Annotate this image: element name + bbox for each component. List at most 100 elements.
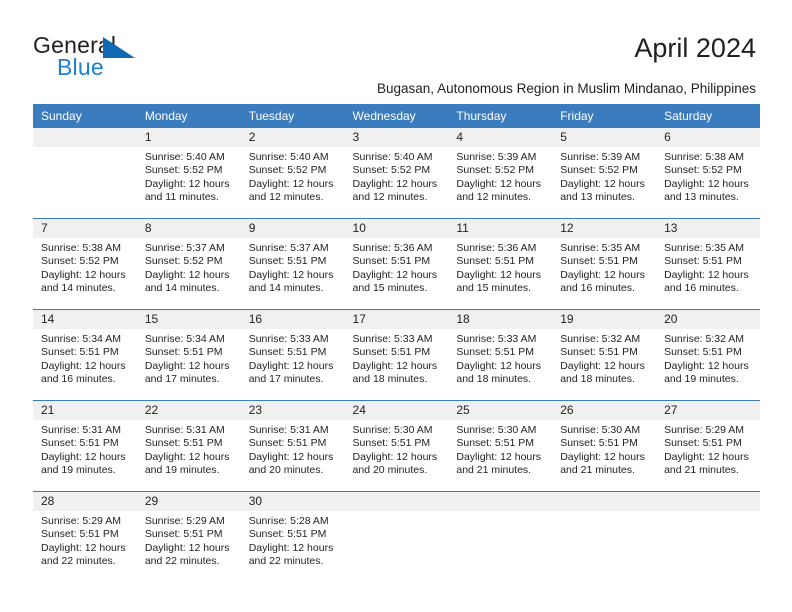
calendar-week-row: 28 29 30 Sunrise: 5:29 AM Sunset: 5:51 PM Day… (33, 491, 760, 582)
day-detail-band: Sunrise: 5:40 AM Sunset: 5:52 PM Daylight:… (33, 147, 760, 218)
day-cell: Sunrise: 5:34 AM Sunset: 5:51 PM Daylight:… (33, 329, 137, 400)
daylight-text-line1: Daylight: 12 hours (456, 359, 542, 372)
sunset-text: Sunset: 5:51 PM (248, 437, 327, 450)
day-number[interactable]: 29 (137, 492, 241, 511)
sunset-text: Sunset: 5:51 PM (664, 437, 742, 450)
daylight-text-line1: Daylight: 12 hours (560, 268, 645, 281)
day-number[interactable]: 1 (137, 128, 241, 147)
calendar-week-row: 1 2 3 4 5 6 Sunrise: 5:40 AM Sunset: 5:52 PM Day… (33, 128, 760, 218)
sunrise-text: Sunrise: 5:30 AM (352, 424, 433, 436)
daylight-text-line1: Daylight: 12 hours (248, 541, 334, 554)
sunrise-text: Sunrise: 5:36 AM (456, 242, 537, 254)
daylight-text-line2: and 11 minutes. (144, 191, 219, 204)
sunset-text: Sunset: 5:52 PM (144, 255, 223, 268)
day-number[interactable]: 19 (552, 310, 656, 329)
sunrise-text: Sunrise: 5:33 AM (352, 333, 433, 345)
daylight-text-line2: and 12 minutes. (248, 191, 324, 204)
sunset-text: Sunset: 5:51 PM (352, 437, 431, 450)
logo-word-blue: Blue (57, 54, 104, 80)
weekday-header-wednesday: Wednesday (352, 109, 416, 123)
day-number[interactable]: 20 (656, 310, 760, 329)
sunrise-text: Sunrise: 5:37 AM (144, 242, 225, 254)
sunrise-text: Sunrise: 5:37 AM (248, 242, 329, 254)
calendar-page: General Blue April 2024 Bugasan, Autonom… (0, 0, 792, 612)
day-cell: Sunrise: 5:37 AM Sunset: 5:52 PM Daylight:… (137, 238, 241, 309)
sunrise-text: Sunrise: 5:39 AM (456, 151, 537, 163)
sunrise-text: Sunrise: 5:32 AM (560, 333, 641, 345)
page-header: General Blue April 2024 Bugasan, Autonom… (0, 0, 792, 100)
day-cell: Sunrise: 5:29 AM Sunset: 5:51 PM Daylight:… (656, 420, 760, 491)
sunrise-text: Sunrise: 5:35 AM (560, 242, 641, 254)
daylight-text-line1: Daylight: 12 hours (352, 268, 438, 281)
sunset-text: Sunset: 5:52 PM (248, 164, 327, 177)
day-number[interactable]: 25 (448, 401, 552, 420)
day-detail-band: Sunrise: 5:34 AM Sunset: 5:51 PM Daylight:… (33, 329, 760, 400)
daylight-text-line1: Daylight: 12 hours (41, 268, 126, 281)
day-number-band: 21 22 23 24 25 26 27 (33, 401, 760, 420)
weekday-header-friday: Friday (560, 109, 594, 123)
day-cell: Sunrise: 5:38 AM Sunset: 5:52 PM Daylight:… (656, 147, 760, 218)
day-number[interactable]: 10 (345, 219, 449, 238)
sunrise-text: Sunrise: 5:32 AM (664, 333, 745, 345)
daylight-text-line2: and 22 minutes. (248, 555, 324, 568)
sunset-text: Sunset: 5:51 PM (560, 255, 638, 268)
daylight-text-line1: Daylight: 12 hours (41, 450, 126, 463)
day-number[interactable]: 24 (345, 401, 449, 420)
general-blue-logo[interactable]: General Blue (33, 32, 163, 80)
day-number[interactable]: 13 (656, 219, 760, 238)
day-detail-band: Sunrise: 5:38 AM Sunset: 5:52 PM Daylight:… (33, 238, 760, 309)
day-number[interactable]: 18 (448, 310, 552, 329)
sunset-text: Sunset: 5:51 PM (248, 255, 327, 268)
day-number[interactable]: 28 (33, 492, 137, 511)
day-number[interactable]: 8 (137, 219, 241, 238)
weekday-header-tuesday: Tuesday (248, 109, 295, 123)
day-number[interactable]: 26 (552, 401, 656, 420)
daylight-text-line2: and 21 minutes. (456, 464, 532, 477)
daylight-text-line2: and 20 minutes. (352, 464, 428, 477)
day-number[interactable]: 17 (345, 310, 449, 329)
day-number[interactable]: 6 (656, 128, 760, 147)
day-cell: Sunrise: 5:34 AM Sunset: 5:51 PM Daylight:… (137, 329, 241, 400)
day-number[interactable]: 7 (33, 219, 137, 238)
day-cell: Sunrise: 5:30 AM Sunset: 5:51 PM Daylight:… (448, 420, 552, 491)
day-number[interactable]: 5 (552, 128, 656, 147)
day-number[interactable]: 14 (33, 310, 137, 329)
sunset-text: Sunset: 5:51 PM (352, 255, 431, 268)
daylight-text-line1: Daylight: 12 hours (144, 541, 230, 554)
day-number[interactable]: 4 (448, 128, 552, 147)
day-number[interactable]: 15 (137, 310, 241, 329)
day-number[interactable]: 27 (656, 401, 760, 420)
day-number[interactable]: 2 (241, 128, 345, 147)
daylight-text-line2: and 13 minutes. (664, 191, 739, 204)
sunset-text: Sunset: 5:51 PM (41, 528, 119, 541)
daylight-text-line1: Daylight: 12 hours (560, 177, 645, 190)
day-number[interactable]: 11 (448, 219, 552, 238)
daylight-text-line1: Daylight: 12 hours (248, 268, 334, 281)
daylight-text-line2: and 16 minutes. (41, 373, 116, 386)
day-number[interactable]: 30 (241, 492, 345, 511)
day-number[interactable]: 22 (137, 401, 241, 420)
day-number[interactable]: 12 (552, 219, 656, 238)
sunrise-text: Sunrise: 5:29 AM (41, 515, 121, 527)
day-number[interactable]: 9 (241, 219, 345, 238)
sunrise-text: Sunrise: 5:34 AM (144, 333, 225, 345)
day-number[interactable]: 23 (241, 401, 345, 420)
daylight-text-line1: Daylight: 12 hours (560, 450, 645, 463)
day-number[interactable]: 3 (345, 128, 449, 147)
sunset-text: Sunset: 5:52 PM (456, 164, 535, 177)
page-title: April 2024 (634, 33, 756, 63)
day-cell: Sunrise: 5:37 AM Sunset: 5:51 PM Daylight:… (241, 238, 345, 309)
sunrise-text: Sunrise: 5:33 AM (456, 333, 537, 345)
sunset-text: Sunset: 5:51 PM (248, 528, 327, 541)
sunset-text: Sunset: 5:51 PM (144, 437, 223, 450)
daylight-text-line2: and 20 minutes. (248, 464, 324, 477)
weekday-header-monday: Monday (144, 109, 188, 123)
day-number[interactable]: 21 (33, 401, 137, 420)
day-number-band: 14 15 16 17 18 19 20 (33, 310, 760, 329)
sunset-text: Sunset: 5:51 PM (352, 346, 431, 359)
day-number[interactable]: 16 (241, 310, 345, 329)
daylight-text-line1: Daylight: 12 hours (144, 450, 230, 463)
sunrise-text: Sunrise: 5:29 AM (144, 515, 225, 527)
sunset-text: Sunset: 5:51 PM (248, 346, 327, 359)
daylight-text-line2: and 16 minutes. (560, 282, 635, 295)
